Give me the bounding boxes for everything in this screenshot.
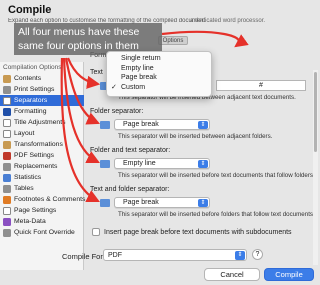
menu-item-label: Custom	[121, 83, 146, 91]
sidebar-item-pdf-settings[interactable]: PDF Settings	[0, 150, 84, 161]
title-adjustments-icon	[3, 118, 11, 127]
sidebar-item-transformations[interactable]: Transformations	[0, 139, 84, 150]
window-title: Compile	[8, 4, 52, 16]
sidebar-item-metadata[interactable]: Meta-Data	[0, 216, 84, 227]
footnotes-icon	[3, 195, 11, 204]
font-icon	[3, 228, 11, 237]
window-subtitle-right: a dedicated word processor.	[190, 18, 266, 24]
sidebar-item-replacements[interactable]: Replacements	[0, 161, 84, 172]
text-folder-separator-hint: This separator will be inserted before f…	[118, 211, 315, 218]
sidebar-item-contents[interactable]: Contents	[0, 73, 84, 84]
sidebar-item-label: Title Adjustments	[14, 119, 66, 126]
checkmark-icon: ✓	[111, 84, 117, 92]
folder-icon	[100, 120, 110, 129]
metadata-icon	[3, 217, 11, 226]
menu-item-label: Single return	[121, 55, 161, 63]
folder-separator-label: Folder separator:	[90, 108, 144, 115]
compile-button[interactable]: Compile	[264, 268, 314, 281]
menu-item-label: Page break	[121, 74, 157, 82]
options-tab[interactable]: Options	[158, 36, 188, 45]
sidebar-item-label: Print Settings	[14, 86, 55, 93]
printer-icon	[3, 85, 11, 94]
chevron-updown-icon: ⇕	[198, 199, 208, 207]
sidebar-item-label: Formatting	[14, 108, 47, 115]
sidebar-item-separators[interactable]: Separators	[0, 95, 84, 106]
sidebar-item-title-adjustments[interactable]: Title Adjustments	[0, 117, 84, 128]
tables-icon	[3, 184, 11, 193]
sidebar-item-label: Contents	[14, 75, 42, 82]
menu-item-custom[interactable]: ✓ Custom	[107, 83, 211, 93]
sidebar-item-footnotes[interactable]: Footnotes & Comments	[0, 194, 86, 205]
folder-separator-value: Page break	[123, 121, 159, 128]
sidebar-item-tables[interactable]: Tables	[0, 183, 84, 194]
separator-options-menu: Single return Empty line Page break ✓ Cu…	[106, 51, 212, 97]
folder-text-separator-hint: This separator will be inserted before t…	[118, 172, 315, 179]
menu-item-single-return[interactable]: Single return	[107, 54, 211, 64]
chevron-updown-icon: ⇕	[198, 121, 208, 129]
menu-item-label: Empty line	[121, 64, 154, 72]
sidebar-item-label: Separators	[14, 97, 48, 104]
text-folder-separator-popup[interactable]: Page break ⇕	[114, 197, 210, 208]
page-settings-icon	[3, 206, 11, 215]
menu-item-page-break[interactable]: Page break	[107, 73, 211, 83]
folder-separator-hint: This separator will be inserted between …	[118, 133, 273, 140]
text-folder-separator-value: Page break	[123, 199, 159, 206]
transformations-icon	[3, 140, 11, 149]
help-button[interactable]: ?	[252, 249, 263, 260]
subdoc-pagebreak-checkbox-row[interactable]: Insert page break before text documents …	[92, 228, 292, 236]
folder-text-separator-popup[interactable]: Empty line ⇕	[114, 158, 210, 169]
text-separator-label: Text	[90, 69, 103, 76]
contents-icon	[3, 74, 11, 83]
sidebar-item-layout[interactable]: Layout	[0, 128, 84, 139]
separators-icon	[3, 96, 11, 105]
replacements-icon	[3, 162, 11, 171]
sidebar-item-label: Footnotes & Comments	[14, 196, 86, 203]
layout-icon	[3, 129, 11, 138]
statistics-icon	[3, 173, 11, 182]
folder-separator-popup[interactable]: Page break ⇕	[114, 119, 210, 130]
chevron-updown-icon: ⇕	[235, 251, 245, 260]
sidebar-header: Compilation Options	[3, 64, 62, 71]
sidebar-item-label: PDF Settings	[14, 152, 55, 159]
chevron-updown-icon: ⇕	[198, 160, 208, 168]
pdf-icon	[3, 151, 11, 160]
compile-for-label: Compile For:	[62, 252, 105, 261]
compile-for-select[interactable]: PDF ⇕	[103, 249, 247, 261]
folder-icon	[100, 198, 110, 207]
sidebar-item-label: Transformations	[14, 141, 63, 148]
sidebar-item-label: Tables	[14, 185, 34, 192]
annotation-line-1: All four menus have these	[18, 26, 140, 38]
sidebar-item-statistics[interactable]: Statistics	[0, 172, 84, 183]
sidebar-item-formatting[interactable]: Formatting	[0, 106, 84, 117]
menu-item-empty-line[interactable]: Empty line	[107, 64, 211, 74]
sidebar-item-quick-font-override[interactable]: Quick Font Override	[0, 227, 84, 238]
sidebar-item-label: Page Settings	[14, 207, 57, 214]
folder-text-separator-row: Empty line ⇕	[100, 158, 210, 169]
cancel-button[interactable]: Cancel	[204, 268, 260, 281]
folder-text-separator-value: Empty line	[123, 160, 156, 167]
text-folder-separator-label: Text and folder separator:	[90, 186, 170, 193]
text-folder-separator-row: Page break ⇕	[100, 197, 210, 208]
sidebar-item-label: Layout	[14, 130, 35, 137]
sidebar-item-print-settings[interactable]: Print Settings	[0, 84, 84, 95]
sidebar-item-label: Statistics	[14, 174, 42, 181]
scrollbar-thumb[interactable]	[314, 72, 317, 152]
folder-separator-row: Page break ⇕	[100, 119, 210, 130]
formatting-icon	[3, 107, 11, 116]
compile-for-value: PDF	[108, 251, 122, 259]
custom-separator-field[interactable]: #	[216, 80, 306, 91]
sidebar-item-label: Meta-Data	[14, 218, 46, 225]
sidebar-item-label: Replacements	[14, 163, 58, 170]
folder-text-separator-label: Folder and text separator:	[90, 147, 171, 154]
sidebar-item-label: Quick Font Override	[14, 229, 75, 236]
folder-icon	[100, 159, 110, 168]
subdoc-pagebreak-checkbox[interactable]	[92, 228, 100, 236]
subdoc-pagebreak-label: Insert page break before text documents …	[104, 228, 292, 236]
sidebar-item-page-settings[interactable]: Page Settings	[0, 205, 84, 216]
